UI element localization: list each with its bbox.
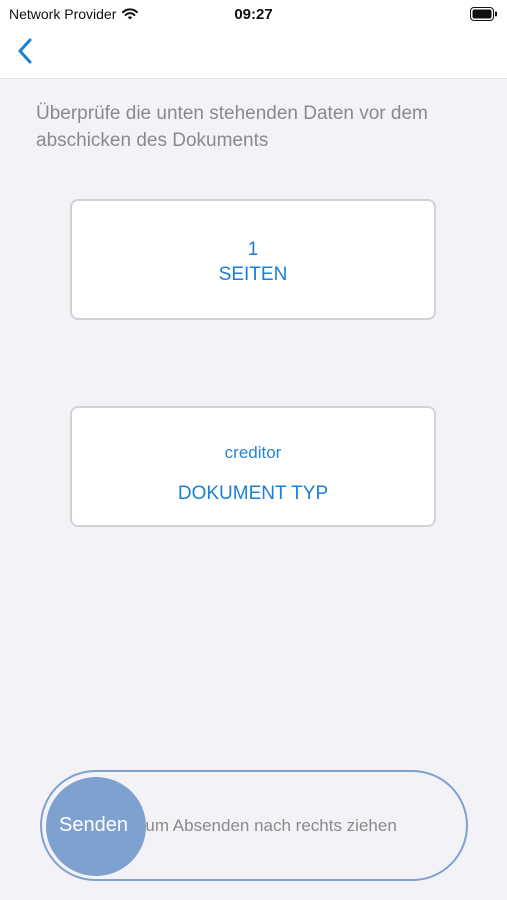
document-type-card[interactable]: creditor DOKUMENT TYP: [70, 406, 436, 527]
instruction-text: Überprüfe die unten stehenden Daten vor …: [36, 103, 428, 151]
pages-card[interactable]: 1 SEITEN: [70, 199, 436, 320]
pages-count: 1: [247, 239, 259, 260]
battery-icon: [470, 7, 498, 21]
document-type-label: DOKUMENT TYP: [177, 483, 329, 504]
send-label: Senden: [59, 814, 128, 836]
back-button[interactable]: [8, 36, 42, 70]
chevron-left-icon: [17, 38, 33, 69]
status-bar: Network Provider 09:27: [0, 0, 507, 28]
document-type-value: creditor: [224, 443, 282, 462]
send-slider-knob[interactable]: Senden: [46, 777, 146, 876]
pages-label: SEITEN: [218, 264, 288, 285]
slider-hint: Zum Absenden nach rechts ziehen: [135, 816, 397, 835]
navigation-bar: [0, 28, 507, 79]
status-time: 09:27: [234, 6, 273, 23]
